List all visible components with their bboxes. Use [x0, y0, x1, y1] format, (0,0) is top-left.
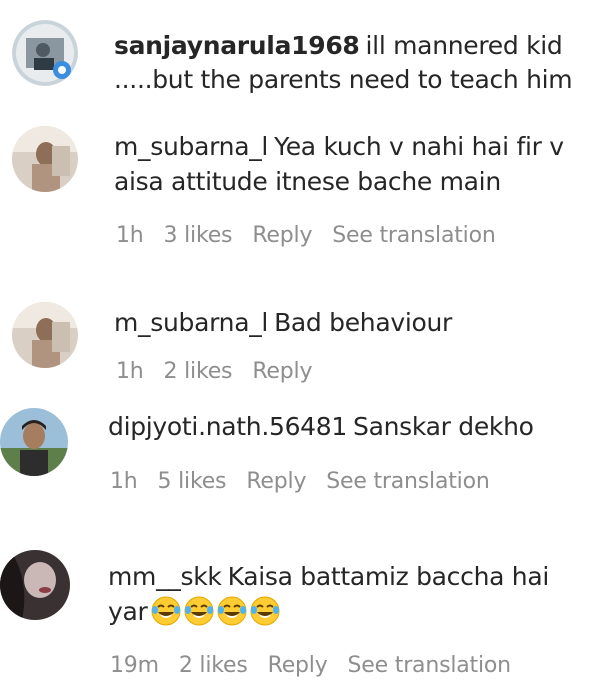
avatar-image-icon: [12, 20, 78, 86]
avatar-image-icon: [12, 126, 78, 192]
avatar[interactable]: [12, 20, 78, 86]
likes-count[interactable]: 3 likes: [164, 223, 233, 248]
comment-item: m_subarna_l Yea kuch v nahi hai fir v ais…: [0, 110, 613, 260]
reply-button[interactable]: Reply: [252, 359, 312, 384]
avatar[interactable]: [0, 550, 70, 620]
comment-meta: 1h 2 likes Reply: [116, 358, 332, 386]
likes-count[interactable]: 2 likes: [179, 653, 248, 678]
reply-button[interactable]: Reply: [268, 653, 328, 678]
comment-text: m_subarna_l Bad behaviour: [114, 306, 452, 340]
reply-button[interactable]: Reply: [252, 223, 312, 248]
comment-text-line2: yar: [108, 595, 280, 629]
comment-time: 1h: [116, 223, 144, 248]
username-link[interactable]: dipjyoti.nath.56481: [108, 412, 347, 441]
laughing-crying-emoji-icon: [217, 596, 247, 626]
laughing-crying-emoji-icon: [184, 596, 214, 626]
avatar[interactable]: [0, 408, 68, 476]
reply-button[interactable]: Reply: [246, 469, 306, 494]
comment-text: mm__skk Kaisa battamiz baccha hai: [108, 560, 549, 594]
comment-body: Kaisa battamiz baccha hai: [227, 562, 550, 591]
laughing-crying-emoji-icon: [151, 596, 181, 626]
comment-text: sanjaynarula1968 ill mannered kid: [114, 29, 563, 63]
comment-body: Yea kuch v nahi hai fir v: [274, 132, 564, 161]
comment-item: mm__skk Kaisa battamiz baccha hai yar 19m…: [0, 540, 613, 700]
see-translation-button[interactable]: See translation: [348, 653, 512, 678]
comment-text-line2: .....but the parents need to teach him: [114, 65, 573, 94]
username-link[interactable]: m_subarna_l: [114, 308, 268, 337]
comment-time: 1h: [116, 359, 144, 384]
avatar-image-icon: [0, 408, 68, 476]
comment-time: 19m: [110, 653, 159, 678]
comment-time: 1h: [110, 469, 138, 494]
see-translation-button[interactable]: See translation: [332, 223, 496, 248]
comment-item: m_subarna_l Bad behaviour 1h 2 likes Reply: [0, 290, 613, 400]
comment-body: Bad behaviour: [274, 308, 453, 337]
likes-count[interactable]: 2 likes: [164, 359, 233, 384]
comment-item: dipjyoti.nath.56481 Sanskar dekho 1h 5 lik…: [0, 400, 613, 530]
comment-meta: 1h 5 likes Reply See translation: [110, 468, 510, 496]
likes-count[interactable]: 5 likes: [158, 469, 227, 494]
comment-item: sanjaynarula1968 ill mannered kid .....bu…: [0, 0, 613, 110]
username-link[interactable]: m_subarna_l: [114, 132, 268, 161]
comment-text: dipjyoti.nath.56481 Sanskar dekho: [108, 410, 534, 444]
avatar-image-icon: [0, 550, 70, 620]
avatar-image-icon: [12, 302, 78, 368]
comment-meta: 1h 3 likes Reply See translation: [116, 222, 516, 250]
username-link[interactable]: mm__skk: [108, 562, 222, 591]
avatar[interactable]: [12, 302, 78, 368]
see-translation-button[interactable]: See translation: [326, 469, 490, 494]
comment-text: m_subarna_l Yea kuch v nahi hai fir v: [114, 130, 564, 164]
avatar[interactable]: [12, 126, 78, 192]
comment-body: Sanskar dekho: [353, 412, 534, 441]
username-link[interactable]: sanjaynarula1968: [114, 31, 360, 60]
comment-meta: 19m 2 likes Reply See translation: [110, 652, 531, 680]
comment-body-line2: yar: [108, 597, 148, 626]
comment-text-line2: aisa attitude itnese bache main: [114, 167, 501, 196]
comment-body: ill mannered kid: [365, 31, 563, 60]
emoji-row: [148, 596, 280, 626]
laughing-crying-emoji-icon: [250, 596, 280, 626]
